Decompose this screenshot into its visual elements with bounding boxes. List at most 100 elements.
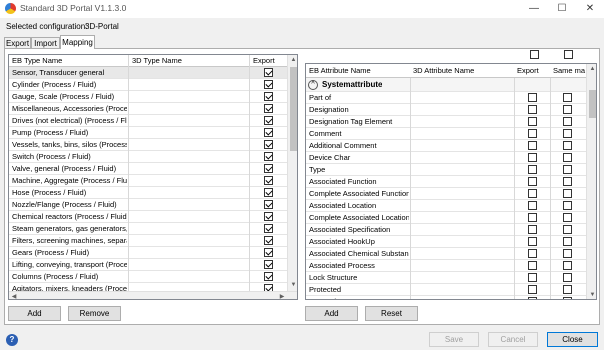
scroll-up-icon[interactable]: ▲ bbox=[288, 55, 297, 66]
table-row[interactable]: Miscellaneous, Accessories (Process bbox=[9, 103, 287, 115]
add-type-button[interactable]: Add bbox=[8, 306, 61, 321]
scroll-up-icon[interactable]: ▲ bbox=[587, 64, 596, 75]
same-mapping-checkbox[interactable] bbox=[563, 261, 572, 270]
export-checkbox[interactable] bbox=[528, 201, 537, 210]
table-row[interactable]: Gears (Process / Fluid) bbox=[9, 247, 287, 259]
header-3d-attribute-name[interactable]: 3D Attribute Name bbox=[413, 66, 474, 76]
table-row[interactable]: Designation bbox=[306, 104, 586, 116]
tab-mapping[interactable]: Mapping bbox=[60, 35, 95, 49]
table-row[interactable]: Filters, screening machines, separat bbox=[9, 235, 287, 247]
export-checkbox[interactable] bbox=[264, 260, 273, 269]
same-mapping-checkbox[interactable] bbox=[563, 153, 572, 162]
export-checkbox[interactable] bbox=[528, 261, 537, 270]
table-row[interactable]: Nozzle/Flange (Process / Fluid) bbox=[9, 199, 287, 211]
export-checkbox[interactable] bbox=[264, 188, 273, 197]
scroll-left-icon[interactable]: ◀ bbox=[9, 292, 19, 299]
table-row[interactable]: Cylinder (Process / Fluid) bbox=[9, 79, 287, 91]
collapse-group-icon[interactable]: ^ bbox=[308, 80, 318, 90]
same-mapping-checkbox[interactable] bbox=[563, 273, 572, 282]
maximize-button[interactable]: ☐ bbox=[548, 0, 576, 18]
export-checkbox[interactable] bbox=[528, 237, 537, 246]
table-row[interactable]: Associated Chemical Substance bbox=[306, 248, 586, 260]
table-row[interactable]: Valve, general (Process / Fluid) bbox=[9, 163, 287, 175]
same-all-checkbox[interactable] bbox=[564, 50, 573, 59]
export-all-checkbox[interactable] bbox=[530, 50, 539, 59]
export-checkbox[interactable] bbox=[264, 248, 273, 257]
header-export[interactable]: Export bbox=[517, 66, 539, 76]
table-row[interactable]: Vessels, tanks, bins, silos (Process bbox=[9, 139, 287, 151]
export-checkbox[interactable] bbox=[528, 285, 537, 294]
scroll-right-icon[interactable]: ▶ bbox=[277, 292, 287, 299]
export-checkbox[interactable] bbox=[528, 273, 537, 282]
table-row[interactable]: Chemical reactors (Process / Fluid) bbox=[9, 211, 287, 223]
cancel-button[interactable]: Cancel bbox=[488, 332, 538, 347]
export-checkbox[interactable] bbox=[528, 213, 537, 222]
table-row[interactable]: Associated Location bbox=[306, 200, 586, 212]
table-row[interactable]: Complete Associated Location bbox=[306, 212, 586, 224]
table-row[interactable]: Comment bbox=[306, 128, 586, 140]
same-mapping-checkbox[interactable] bbox=[563, 177, 572, 186]
export-checkbox[interactable] bbox=[264, 272, 273, 281]
header-same-mapping[interactable]: Same ma bbox=[553, 66, 586, 76]
export-checkbox[interactable] bbox=[528, 141, 537, 150]
table-row[interactable]: Complete Associated Function bbox=[306, 188, 586, 200]
scroll-down-icon[interactable]: ▼ bbox=[288, 280, 297, 291]
left-horizontal-scrollbar[interactable]: ◀ ▶ bbox=[9, 291, 297, 299]
left-vertical-scrollbar[interactable]: ▲ ▼ bbox=[287, 55, 297, 291]
export-checkbox[interactable] bbox=[264, 176, 273, 185]
export-checkbox[interactable] bbox=[528, 297, 537, 299]
reset-button[interactable]: Reset bbox=[365, 306, 418, 321]
table-row[interactable]: Protected bbox=[306, 284, 586, 296]
export-checkbox[interactable] bbox=[264, 224, 273, 233]
header-eb-attribute-name[interactable]: EB Attribute Name bbox=[309, 66, 371, 76]
table-row[interactable]: Associated Function bbox=[306, 176, 586, 188]
scroll-thumb[interactable] bbox=[290, 67, 297, 151]
export-checkbox[interactable] bbox=[528, 105, 537, 114]
export-checkbox[interactable] bbox=[264, 212, 273, 221]
right-vertical-scrollbar[interactable]: ▲ ▼ bbox=[586, 64, 596, 299]
table-row[interactable]: Associated Specification bbox=[306, 224, 586, 236]
table-row[interactable]: Part of bbox=[306, 92, 586, 104]
help-icon[interactable]: ? bbox=[6, 334, 18, 346]
table-row[interactable]: Type bbox=[306, 164, 586, 176]
table-row[interactable]: Gauge, Scale (Process / Fluid) bbox=[9, 91, 287, 103]
same-mapping-checkbox[interactable] bbox=[563, 141, 572, 150]
table-row[interactable]: Additional Comment bbox=[306, 140, 586, 152]
close-window-button[interactable]: ✕ bbox=[576, 0, 604, 18]
add-attribute-button[interactable]: Add bbox=[305, 306, 358, 321]
same-mapping-checkbox[interactable] bbox=[563, 297, 572, 299]
same-mapping-checkbox[interactable] bbox=[563, 237, 572, 246]
export-checkbox[interactable] bbox=[264, 80, 273, 89]
export-checkbox[interactable] bbox=[264, 104, 273, 113]
remove-type-button[interactable]: Remove bbox=[68, 306, 121, 321]
table-row[interactable]: Switch (Process / Fluid) bbox=[9, 151, 287, 163]
table-row[interactable]: Device Char bbox=[306, 152, 586, 164]
header-3d-type-name[interactable]: 3D Type Name bbox=[132, 56, 182, 66]
export-checkbox[interactable] bbox=[264, 152, 273, 161]
export-checkbox[interactable] bbox=[528, 129, 537, 138]
table-row[interactable]: Machine, Aggregate (Process / Fluid) bbox=[9, 175, 287, 187]
same-mapping-checkbox[interactable] bbox=[563, 117, 572, 126]
same-mapping-checkbox[interactable] bbox=[563, 213, 572, 222]
save-button[interactable]: Save bbox=[429, 332, 479, 347]
table-row[interactable]: Columns (Process / Fluid) bbox=[9, 271, 287, 283]
minimize-button[interactable]: — bbox=[520, 0, 548, 18]
table-row[interactable]: Designation Tag Element bbox=[306, 116, 586, 128]
same-mapping-checkbox[interactable] bbox=[563, 249, 572, 258]
export-checkbox[interactable] bbox=[264, 140, 273, 149]
table-row[interactable]: Frozen by PLVD bbox=[306, 296, 586, 299]
scroll-down-icon[interactable]: ▼ bbox=[587, 290, 596, 299]
same-mapping-checkbox[interactable] bbox=[563, 189, 572, 198]
export-checkbox[interactable] bbox=[264, 200, 273, 209]
export-checkbox[interactable] bbox=[528, 93, 537, 102]
same-mapping-checkbox[interactable] bbox=[563, 201, 572, 210]
export-checkbox[interactable] bbox=[528, 225, 537, 234]
export-checkbox[interactable] bbox=[528, 249, 537, 258]
table-row[interactable]: Hose (Process / Fluid) bbox=[9, 187, 287, 199]
same-mapping-checkbox[interactable] bbox=[563, 165, 572, 174]
same-mapping-checkbox[interactable] bbox=[563, 105, 572, 114]
export-checkbox[interactable] bbox=[528, 177, 537, 186]
table-row[interactable]: Drives (not electrical) (Process / Flui bbox=[9, 115, 287, 127]
export-checkbox[interactable] bbox=[264, 68, 273, 77]
export-checkbox[interactable] bbox=[264, 128, 273, 137]
